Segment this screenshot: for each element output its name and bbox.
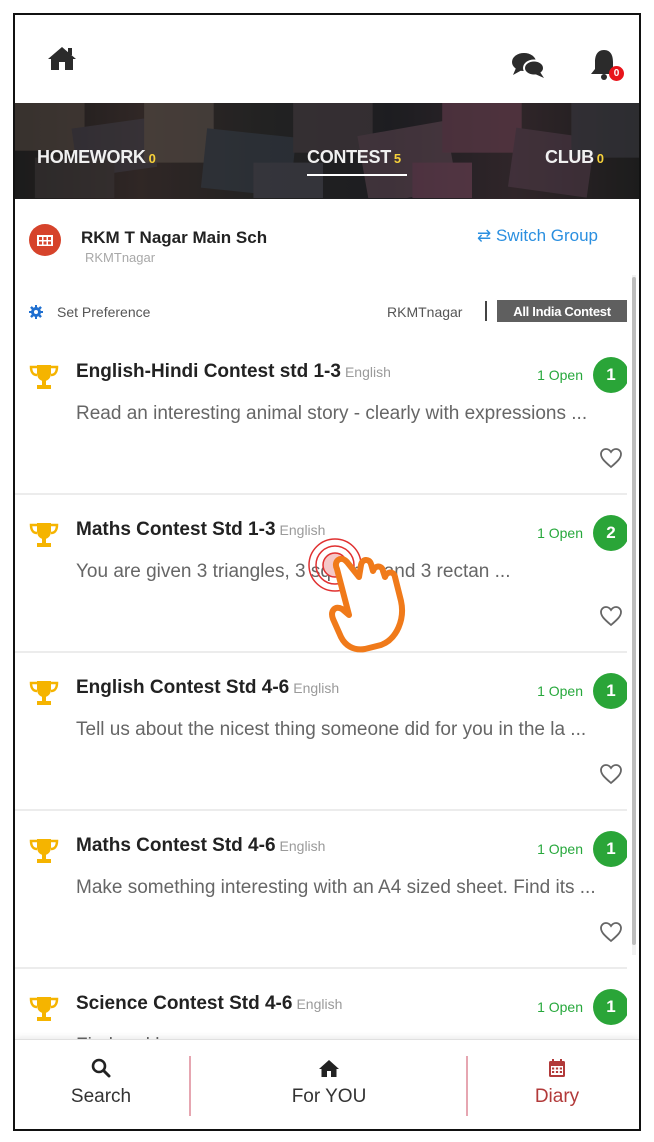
gear-icon[interactable]: [29, 305, 43, 319]
contest-language: English: [279, 838, 326, 854]
contest-description: Tell us about the nicest thing someone d…: [76, 719, 587, 740]
trophy-icon: [29, 365, 59, 389]
contest-description: You are given 3 triangles, 3 squares and…: [76, 561, 511, 582]
contest-status: 1 Open: [537, 683, 583, 699]
scrollbar-thumb[interactable]: [632, 277, 636, 945]
nav-diary-label: Diary: [534, 1086, 580, 1107]
tab-contest[interactable]: CONTEST 5: [307, 147, 401, 168]
heart-icon[interactable]: [599, 763, 623, 785]
contest-language: English: [296, 996, 343, 1012]
school-logo: [29, 224, 61, 256]
home-icon[interactable]: [47, 45, 77, 71]
contest-card[interactable]: Maths Contest Std 4-6 English 1 Open 1 Ma…: [15, 811, 627, 969]
contest-status: 1 Open: [537, 525, 583, 541]
nav-search[interactable]: Search: [21, 1058, 181, 1108]
contest-language: English: [344, 364, 391, 380]
contest-count-badge: 1: [593, 357, 627, 393]
group-name: RKM T Nagar Main Sch: [81, 228, 268, 247]
notification-badge: 0: [609, 66, 624, 81]
active-tab-indicator: [307, 174, 407, 176]
nav-divider: [466, 1056, 468, 1116]
contest-title-text: Maths Contest Std 1-3: [76, 519, 276, 540]
nav-for-you[interactable]: For YOU: [249, 1058, 409, 1108]
tab-club-count: 0: [596, 151, 604, 166]
contest-count-badge: 1: [593, 989, 627, 1025]
contest-card[interactable]: Maths Contest Std 1-3 English 1 Open 2 Yo…: [15, 495, 627, 653]
heart-icon[interactable]: [599, 921, 623, 943]
tab-club-label: CLUB: [545, 147, 594, 167]
nav-for-you-label: For YOU: [291, 1086, 367, 1107]
contest-count-badge: 2: [593, 515, 627, 551]
heart-icon[interactable]: [599, 447, 623, 469]
switch-group-link[interactable]: ⇄ Switch Group: [477, 226, 598, 246]
contest-title-text: English Contest Std 4-6: [76, 677, 290, 698]
tab-contest-count: 5: [393, 151, 401, 166]
group-handle: RKMTnagar: [85, 250, 156, 265]
contest-status: 1 Open: [537, 999, 583, 1015]
home-icon: [319, 1060, 339, 1077]
contest-card[interactable]: English-Hindi Contest std 1-3 English 1 O…: [15, 337, 627, 495]
group-header: RKM T Nagar Main Sch RKMTnagar ⇄ Switch …: [15, 199, 639, 279]
nav-search-label: Search: [70, 1086, 132, 1107]
nav-divider: [189, 1056, 191, 1116]
contest-title: Science Contest Std 4-6 English: [76, 993, 342, 1015]
contest-card[interactable]: English Contest Std 4-6 English 1 Open 1 …: [15, 653, 627, 811]
tab-bar: HOMEWORK 0 CONTEST 5 CLUB 0: [15, 103, 639, 199]
contest-description: Read an interesting animal story - clear…: [76, 403, 588, 424]
contest-title: Maths Contest Std 4-6 English: [76, 835, 325, 857]
contest-title-text: English-Hindi Contest std 1-3: [76, 361, 341, 382]
contest-title: English-Hindi Contest std 1-3 English: [76, 361, 391, 383]
scope-all-india[interactable]: All India Contest: [497, 300, 627, 322]
trophy-icon: [29, 997, 59, 1021]
bottom-navigation: Search For YOU Diary: [15, 1039, 639, 1129]
preference-bar: Set Preference RKMTnagar All India Conte…: [15, 295, 639, 331]
heart-icon[interactable]: [599, 605, 623, 627]
trophy-icon: [29, 839, 59, 863]
contest-language: English: [279, 522, 326, 538]
scope-divider: [485, 301, 487, 321]
contest-title: English Contest Std 4-6 English: [76, 677, 339, 699]
app-frame: 0 HOMEWORK 0 CONTEST 5 CLUB 0 RKM T Naga…: [13, 13, 641, 1131]
contest-description: Make something interesting with an A4 si…: [76, 877, 596, 898]
search-icon: [91, 1058, 111, 1078]
contest-count-badge: 1: [593, 673, 627, 709]
tab-homework-count: 0: [148, 151, 156, 166]
tab-homework[interactable]: HOMEWORK 0: [37, 147, 156, 168]
contest-count-badge: 1: [593, 831, 627, 867]
contest-language: English: [293, 680, 340, 696]
contest-title-text: Science Contest Std 4-6: [76, 993, 293, 1014]
tab-homework-label: HOMEWORK: [37, 147, 146, 167]
contest-list: English-Hindi Contest std 1-3 English 1 O…: [15, 337, 627, 1047]
set-preference-link[interactable]: Set Preference: [57, 304, 150, 320]
tab-contest-label: CONTEST: [307, 147, 391, 167]
school-building-icon: [37, 235, 53, 246]
notification-bell[interactable]: 0: [588, 47, 624, 81]
contest-status: 1 Open: [537, 367, 583, 383]
trophy-icon: [29, 681, 59, 705]
calendar-icon: [549, 1059, 565, 1077]
nav-diary[interactable]: Diary: [477, 1058, 637, 1108]
chat-icon[interactable]: [511, 51, 545, 79]
top-bar: 0: [15, 15, 639, 103]
contest-status: 1 Open: [537, 841, 583, 857]
contest-card[interactable]: Science Contest Std 4-6 English 1 Open 1 …: [15, 969, 627, 1047]
tab-club[interactable]: CLUB 0: [545, 147, 604, 168]
contest-title: Maths Contest Std 1-3 English: [76, 519, 325, 541]
trophy-icon: [29, 523, 59, 547]
contest-title-text: Maths Contest Std 4-6: [76, 835, 276, 856]
scope-school[interactable]: RKMTnagar: [387, 304, 462, 320]
